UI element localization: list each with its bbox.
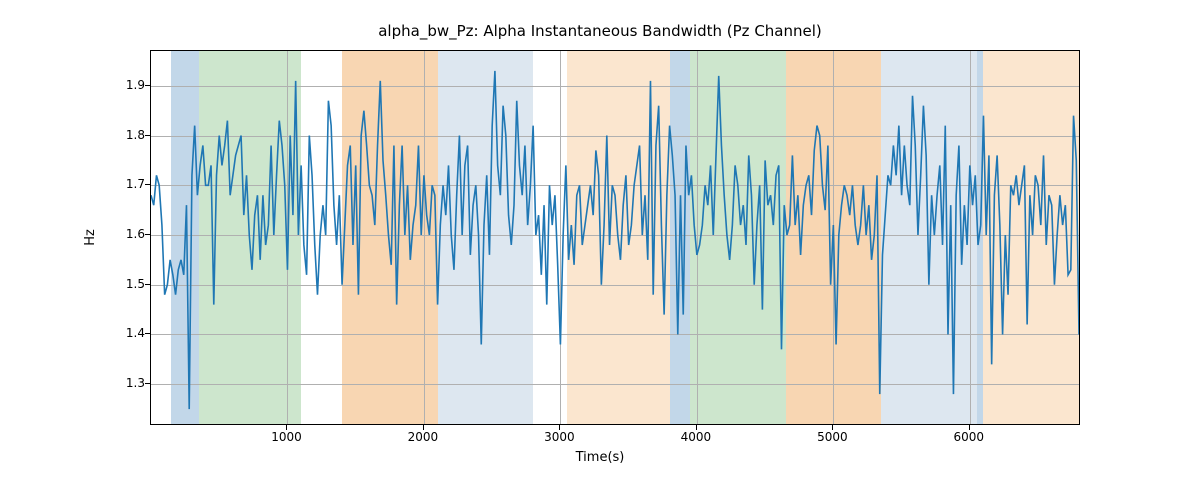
x-tick-label: 6000 [939,430,999,444]
y-tick-label: 1.4 [110,326,145,340]
y-tick-mark [145,383,150,384]
y-tick-label: 1.9 [110,78,145,92]
y-tick-mark [145,333,150,334]
figure: alpha_bw_Pz: Alpha Instantaneous Bandwid… [0,0,1200,500]
y-tick-label: 1.8 [110,128,145,142]
x-tick-label: 2000 [393,430,453,444]
y-tick-mark [145,284,150,285]
y-axis-label: Hz [80,50,100,425]
line-series [151,51,1079,424]
x-axis-label: Time(s) [0,450,1200,465]
plot-area [150,50,1080,425]
y-tick-mark [145,234,150,235]
y-tick-label: 1.6 [110,227,145,241]
y-tick-label: 1.7 [110,177,145,191]
y-tick-label: 1.5 [110,277,145,291]
x-tick-label: 3000 [529,430,589,444]
chart-title: alpha_bw_Pz: Alpha Instantaneous Bandwid… [0,22,1200,40]
x-tick-label: 1000 [256,430,316,444]
y-tick-mark [145,184,150,185]
y-tick-mark [145,85,150,86]
y-tick-mark [145,135,150,136]
y-tick-label: 1.3 [110,376,145,390]
series-line [151,71,1079,409]
x-tick-label: 4000 [666,430,726,444]
x-tick-label: 5000 [802,430,862,444]
